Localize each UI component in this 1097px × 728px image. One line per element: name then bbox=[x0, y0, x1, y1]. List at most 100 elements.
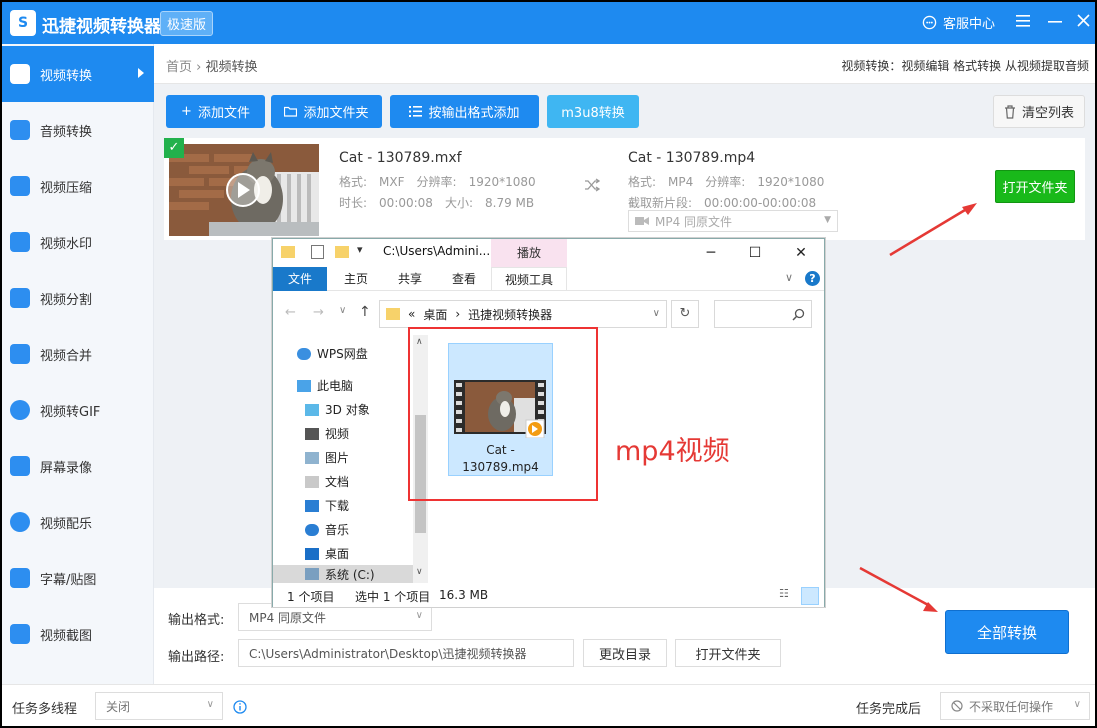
add-folder-label: 添加文件夹 bbox=[303, 106, 369, 121]
checkbox-checked-icon[interactable]: ✓ bbox=[164, 138, 184, 158]
clip-row: 截取新片段: 00:00:00-00:00:08 bbox=[628, 194, 828, 211]
nav-item-videos[interactable]: 视频 bbox=[305, 425, 349, 442]
nav-item-desktop[interactable]: 桌面 bbox=[305, 545, 349, 562]
sidebar-item-video-split[interactable]: 视频分割 bbox=[2, 270, 154, 326]
back-arrow-icon[interactable]: ← bbox=[285, 305, 296, 320]
sidebar-item-video-convert[interactable]: 视频转换 bbox=[2, 46, 154, 102]
tab-file[interactable]: 文件 bbox=[273, 267, 327, 291]
resolution-label: 分辨率: bbox=[416, 175, 457, 189]
add-file-button[interactable]: + 添加文件 bbox=[166, 95, 265, 128]
play-context-tab[interactable]: 播放 bbox=[491, 239, 567, 267]
clear-list-button[interactable]: 清空列表 bbox=[993, 95, 1085, 128]
multithread-label: 任务多线程 bbox=[12, 702, 78, 717]
close-button[interactable] bbox=[1072, 10, 1094, 34]
address-segment-desktop[interactable]: 桌面 bbox=[423, 306, 447, 323]
address-bar[interactable]: « 桌面 › 迅捷视频转换器 ∨ bbox=[379, 300, 667, 328]
app-title: 迅捷视频转换器 bbox=[42, 17, 161, 37]
resolution-label: 分辨率: bbox=[705, 175, 746, 189]
target-file-name: Cat - 130789.mp4 bbox=[628, 150, 756, 166]
tab-share[interactable]: 共享 bbox=[385, 267, 435, 291]
nav-item-this-pc[interactable]: 此电脑 bbox=[297, 377, 353, 394]
sidebar-item-audio-convert[interactable]: 音频转换 bbox=[2, 102, 154, 158]
output-format-label: 输出格式: bbox=[168, 613, 225, 628]
ribbon-expand-icon[interactable]: ∨ bbox=[785, 271, 793, 284]
add-file-label: 添加文件 bbox=[197, 106, 250, 121]
new-folder-icon[interactable] bbox=[335, 246, 349, 258]
feature-links[interactable]: 视频转换：视频编辑 格式转换 从视频提取音频 bbox=[841, 57, 1089, 74]
up-arrow-icon[interactable]: ↑ bbox=[359, 304, 371, 320]
details-view-icon[interactable]: ☷ bbox=[779, 587, 795, 603]
add-folder-button[interactable]: 添加文件夹 bbox=[271, 95, 382, 128]
sidebar: 视频转换 音频转换 视频压缩 视频水印 视频分割 视频合并 视频转GIF 屏幕录… bbox=[2, 44, 154, 684]
after-done-label: 任务完成后 bbox=[856, 702, 922, 717]
clip-range[interactable]: 00:00:00-00:00:08 bbox=[704, 196, 816, 210]
explorer-close-button[interactable]: ✕ bbox=[781, 241, 821, 265]
open-folder-button[interactable]: 打开文件夹 bbox=[995, 170, 1075, 203]
m3u8-label: m3u8转换 bbox=[561, 106, 625, 121]
download-icon bbox=[305, 499, 319, 512]
sidebar-item-subtitle-sticker[interactable]: 字幕/贴图 bbox=[2, 550, 154, 606]
change-directory-button[interactable]: 更改目录 bbox=[583, 639, 667, 667]
chevron-down-icon: ▼ bbox=[824, 215, 831, 225]
nav-item-downloads[interactable]: 下载 bbox=[305, 497, 349, 514]
address-segment-folder[interactable]: 迅捷视频转换器 bbox=[468, 306, 552, 323]
info-icon[interactable] bbox=[233, 700, 247, 714]
nav-item-system-drive[interactable]: 系统 (C:) bbox=[273, 565, 413, 583]
forward-arrow-icon[interactable]: → bbox=[313, 305, 324, 320]
output-format-select[interactable]: MP4 同原文件 ∨ bbox=[238, 603, 432, 631]
nav-item-wps-cloud[interactable]: WPS网盘 bbox=[297, 345, 368, 362]
after-done-value: 不采取任何操作 bbox=[969, 699, 1054, 714]
list-icon bbox=[409, 106, 423, 117]
output-path-input[interactable]: C:\Users\Administrator\Desktop\迅捷视频转换器 bbox=[238, 639, 574, 667]
sidebar-item-screen-record[interactable]: 屏幕录像 bbox=[2, 438, 154, 494]
open-output-folder-button[interactable]: 打开文件夹 bbox=[675, 639, 781, 667]
large-icons-view-icon[interactable] bbox=[801, 587, 819, 605]
tab-view[interactable]: 查看 bbox=[439, 267, 489, 291]
recent-dropdown-icon[interactable]: ∨ bbox=[339, 305, 346, 316]
tab-home[interactable]: 主页 bbox=[331, 267, 381, 291]
sidebar-item-video-watermark[interactable]: 视频水印 bbox=[2, 214, 154, 270]
refresh-icon[interactable]: ↻ bbox=[671, 300, 699, 328]
explorer-title-bar: ▾ C:\Users\Admini... 播放 ─ ☐ ✕ bbox=[273, 239, 824, 267]
sidebar-item-label: 字幕/贴图 bbox=[40, 572, 97, 588]
after-done-select[interactable]: 不采取任何操作 ∨ bbox=[940, 692, 1090, 720]
nav-item-pictures[interactable]: 图片 bbox=[305, 449, 349, 466]
help-icon[interactable]: ? bbox=[805, 271, 820, 286]
explorer-maximize-button[interactable]: ☐ bbox=[735, 241, 775, 265]
sidebar-item-video-merge[interactable]: 视频合并 bbox=[2, 326, 154, 382]
nav-item-label: 3D 对象 bbox=[325, 403, 370, 417]
output-format-value: MP4 同原文件 bbox=[249, 610, 327, 625]
sidebar-item-video-music[interactable]: 视频配乐 bbox=[2, 494, 154, 550]
sidebar-item-video-gif[interactable]: 视频转GIF bbox=[2, 382, 154, 438]
clear-list-label: 清空列表 bbox=[1021, 106, 1074, 121]
address-dropdown-icon[interactable]: ∨ bbox=[653, 308, 660, 319]
m3u8-convert-button[interactable]: m3u8转换 bbox=[547, 95, 639, 128]
scroll-down-icon[interactable]: ∨ bbox=[416, 567, 423, 577]
minimize-button[interactable] bbox=[1044, 10, 1066, 34]
explorer-nav-pane: WPS网盘 此电脑 3D 对象 视频 图片 文档 下载 音乐 桌面 系统 (C:… bbox=[273, 335, 413, 583]
chevron-down-icon: ∨ bbox=[1073, 699, 1081, 710]
sidebar-item-video-compress[interactable]: 视频压缩 bbox=[2, 158, 154, 214]
explorer-minimize-button[interactable]: ─ bbox=[691, 241, 731, 265]
nav-item-documents[interactable]: 文档 bbox=[305, 473, 349, 490]
add-by-format-button[interactable]: 按输出格式添加 bbox=[390, 95, 539, 128]
breadcrumb-current: 视频转换 bbox=[205, 60, 258, 75]
status-item-count: 1 个项目 bbox=[287, 590, 335, 604]
top-bar: 首页 › 视频转换 视频转换：视频编辑 格式转换 从视频提取音频 bbox=[154, 44, 1095, 84]
convert-all-button[interactable]: 全部转换 bbox=[945, 610, 1069, 654]
target-format-select[interactable]: MP4 同原文件 ▼ bbox=[628, 210, 838, 232]
quick-access-dropdown-icon[interactable]: ▾ bbox=[357, 243, 363, 256]
tab-video-tools[interactable]: 视频工具 bbox=[491, 267, 567, 291]
nav-item-label: 视频 bbox=[325, 427, 350, 441]
service-center-button[interactable]: 客服中心 bbox=[922, 13, 995, 32]
sidebar-item-video-screenshot[interactable]: 视频截图 bbox=[2, 606, 154, 662]
trash-icon bbox=[1004, 104, 1015, 119]
target-format-select-value: MP4 同原文件 bbox=[655, 214, 733, 229]
explorer-search-input[interactable] bbox=[714, 300, 812, 328]
properties-icon[interactable] bbox=[311, 245, 324, 259]
menu-button[interactable] bbox=[1012, 10, 1034, 34]
multithread-select[interactable]: 关闭 ∨ bbox=[95, 692, 223, 720]
breadcrumb-home[interactable]: 首页 bbox=[166, 60, 192, 75]
nav-item-3d-objects[interactable]: 3D 对象 bbox=[305, 401, 370, 418]
nav-item-music[interactable]: 音乐 bbox=[305, 521, 349, 538]
